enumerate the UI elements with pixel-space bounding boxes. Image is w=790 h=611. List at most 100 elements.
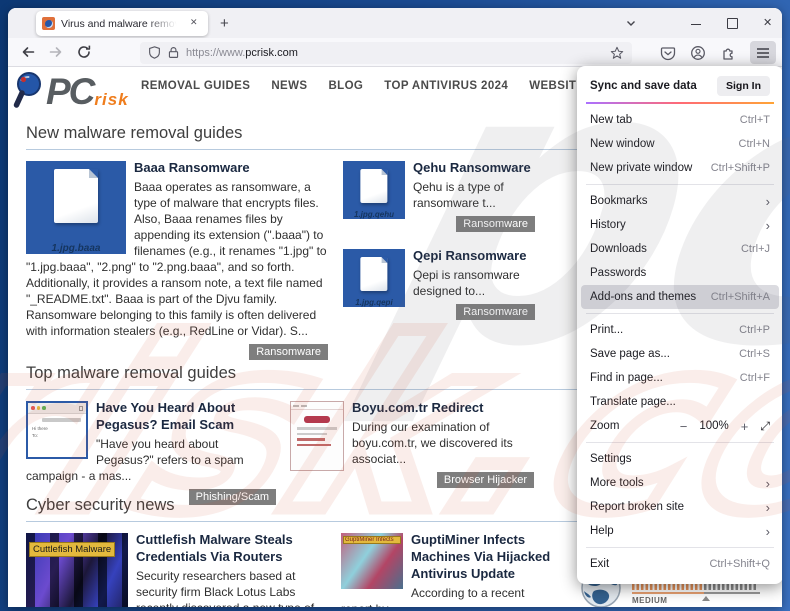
article-boyu-redirect: Boyu.com.tr Redirect During our examinat… [290, 399, 534, 505]
menu-separator [586, 184, 774, 185]
article-thumbnail[interactable]: GuptiMiner Infects [341, 533, 403, 589]
close-window-button[interactable] [762, 16, 776, 30]
article-thumbnail[interactable]: Hi there To: [26, 401, 88, 459]
chevron-right-icon [766, 477, 770, 490]
menu-item-new-private-window[interactable]: New private window Ctrl+Shift+P [577, 156, 782, 180]
zoom-in-button[interactable] [741, 419, 749, 434]
nav-removal-guides[interactable]: REMOVAL GUIDES [141, 80, 250, 92]
new-tab-button[interactable] [220, 15, 236, 31]
menu-item-translate-page[interactable]: Translate page... [577, 390, 782, 414]
thumbnail-caption: 1.jpg.qepi [343, 298, 405, 307]
menu-item-print[interactable]: Print... Ctrl+P [577, 318, 782, 342]
pcrisk-logo[interactable]: PCrisk [12, 71, 129, 109]
file-icon [360, 257, 387, 291]
menu-item-exit[interactable]: Exit Ctrl+Shift+Q [577, 552, 782, 576]
lock-icon[interactable] [167, 46, 180, 59]
tab-close-icon[interactable] [188, 17, 202, 31]
url-bar[interactable]: https://www.pcrisk.com [140, 42, 632, 64]
category-badge[interactable]: Ransomware [249, 344, 328, 360]
menu-item-new-window[interactable]: New window Ctrl+N [577, 132, 782, 156]
chevron-right-icon [766, 525, 770, 538]
list-all-tabs-chevron-icon[interactable] [624, 16, 638, 30]
chevron-right-icon [766, 501, 770, 514]
shield-icon[interactable] [148, 46, 161, 59]
thumbnail-caption: 1.jpg.baaa [26, 243, 126, 254]
thumbnail-caption: 1.jpg.qehu [343, 210, 405, 219]
article-cuttlefish-malware: Cuttlefish Malware Cuttlefish Malware St… [26, 531, 332, 607]
bookmark-star-icon[interactable] [610, 46, 624, 60]
menu-item-help[interactable]: Help [577, 519, 782, 543]
url-host: pcrisk.com [245, 47, 298, 59]
article-qehu-ransomware: 1.jpg.qehu Qehu Ransomware Qehu is a typ… [343, 159, 535, 232]
nav-top-antivirus[interactable]: TOP ANTIVIRUS 2024 [384, 80, 508, 92]
menu-separator [586, 313, 774, 314]
menu-separator [586, 547, 774, 548]
menu-item-addons-themes[interactable]: Add-ons and themes Ctrl+Shift+A [581, 285, 779, 309]
zoom-level[interactable]: 100% [699, 420, 728, 432]
menu-item-report-broken-site[interactable]: Report broken site [577, 495, 782, 519]
red-button-graphic [304, 416, 330, 423]
section-heading: Top malware removal guides [26, 364, 584, 390]
menu-item-save-page-as[interactable]: Save page as... Ctrl+S [577, 342, 782, 366]
back-button[interactable] [20, 44, 36, 60]
menu-item-history[interactable]: History [577, 213, 782, 237]
account-icon[interactable] [690, 45, 706, 61]
email-to-line: To: [28, 432, 86, 439]
app-menu-button[interactable] [750, 41, 776, 64]
desktop-background: Virus and malware removal inst [0, 0, 790, 611]
browser-window: Virus and malware removal inst [8, 8, 782, 607]
menu-item-more-tools[interactable]: More tools [577, 471, 782, 495]
category-badge[interactable]: Ransomware [456, 216, 535, 232]
menu-item-find-in-page[interactable]: Find in page... Ctrl+F [577, 366, 782, 390]
chevron-right-icon [766, 219, 770, 232]
section-cyber-security-news: Cyber security news Cuttlefish Malware C… [26, 496, 584, 607]
minimize-button[interactable] [690, 16, 704, 30]
article-thumbnail[interactable]: 1.jpg.qepi [343, 249, 405, 307]
nav-news[interactable]: NEWS [271, 80, 307, 92]
chevron-right-icon [766, 195, 770, 208]
section-top-malware-guides: Top malware removal guides Hi there To: [26, 364, 584, 505]
pocket-icon[interactable] [660, 45, 676, 61]
menu-item-zoom: Zoom 100% [577, 414, 782, 438]
menu-item-bookmarks[interactable]: Bookmarks [577, 189, 782, 213]
menu-item-settings[interactable]: Settings [577, 447, 782, 471]
article-baaa-ransomware: 1.jpg.baaa Baaa Ransomware Baaa operates… [26, 159, 328, 360]
reload-button[interactable] [76, 44, 92, 60]
file-icon [54, 169, 98, 223]
firefox-app-menu: Sync and save data Sign In New tab Ctrl+… [577, 66, 782, 584]
menu-item-new-tab[interactable]: New tab Ctrl+T [577, 108, 782, 132]
gradient-separator [586, 102, 774, 104]
article-thumbnail[interactable]: Cuttlefish Malware [26, 533, 128, 607]
sign-in-button[interactable]: Sign In [717, 76, 770, 96]
hamburger-icon [756, 47, 770, 59]
menu-item-passwords[interactable]: Passwords [577, 261, 782, 285]
file-icon [360, 169, 387, 203]
thumbnail-label: Cuttlefish Malware [29, 542, 115, 557]
tab-title: Virus and malware removal inst [61, 18, 179, 30]
article-thumbnail[interactable]: 1.jpg.qehu [343, 161, 405, 219]
extensions-puzzle-icon[interactable] [720, 45, 736, 61]
article-thumbnail[interactable]: 1.jpg.baaa [26, 161, 126, 254]
maximize-button[interactable] [726, 16, 740, 30]
email-window-titlebar [28, 403, 86, 414]
fullscreen-icon[interactable] [760, 419, 770, 434]
article-thumbnail[interactable] [290, 401, 344, 471]
section-new-malware-guides: New malware removal guides 1.jpg.baaa Ba… [26, 124, 584, 360]
zoom-out-button[interactable] [680, 419, 688, 434]
navigation-toolbar: https://www.pcrisk.com [8, 38, 782, 67]
threat-level-label: MEDIUM [632, 596, 667, 605]
logo-text-risk: risk [94, 91, 128, 109]
nav-blog[interactable]: BLOG [328, 80, 363, 92]
section-heading: New malware removal guides [26, 124, 584, 150]
email-greeting: Hi there [28, 425, 86, 432]
menu-item-sync[interactable]: Sync and save data Sign In [577, 74, 782, 98]
meter-marker-icon [702, 596, 710, 601]
menu-item-downloads[interactable]: Downloads Ctrl+J [577, 237, 782, 261]
category-badge[interactable]: Browser Hijacker [437, 472, 534, 488]
section-heading: Cyber security news [26, 496, 584, 522]
category-badge[interactable]: Ransomware [456, 304, 535, 320]
active-tab[interactable]: Virus and malware removal inst [36, 11, 208, 36]
forward-button[interactable] [48, 44, 64, 60]
article-qepi-ransomware: 1.jpg.qepi Qepi Ransomware Qepi is ranso… [343, 247, 535, 320]
main-navigation: REMOVAL GUIDES NEWS BLOG TOP ANTIVIRUS 2… [141, 80, 648, 92]
